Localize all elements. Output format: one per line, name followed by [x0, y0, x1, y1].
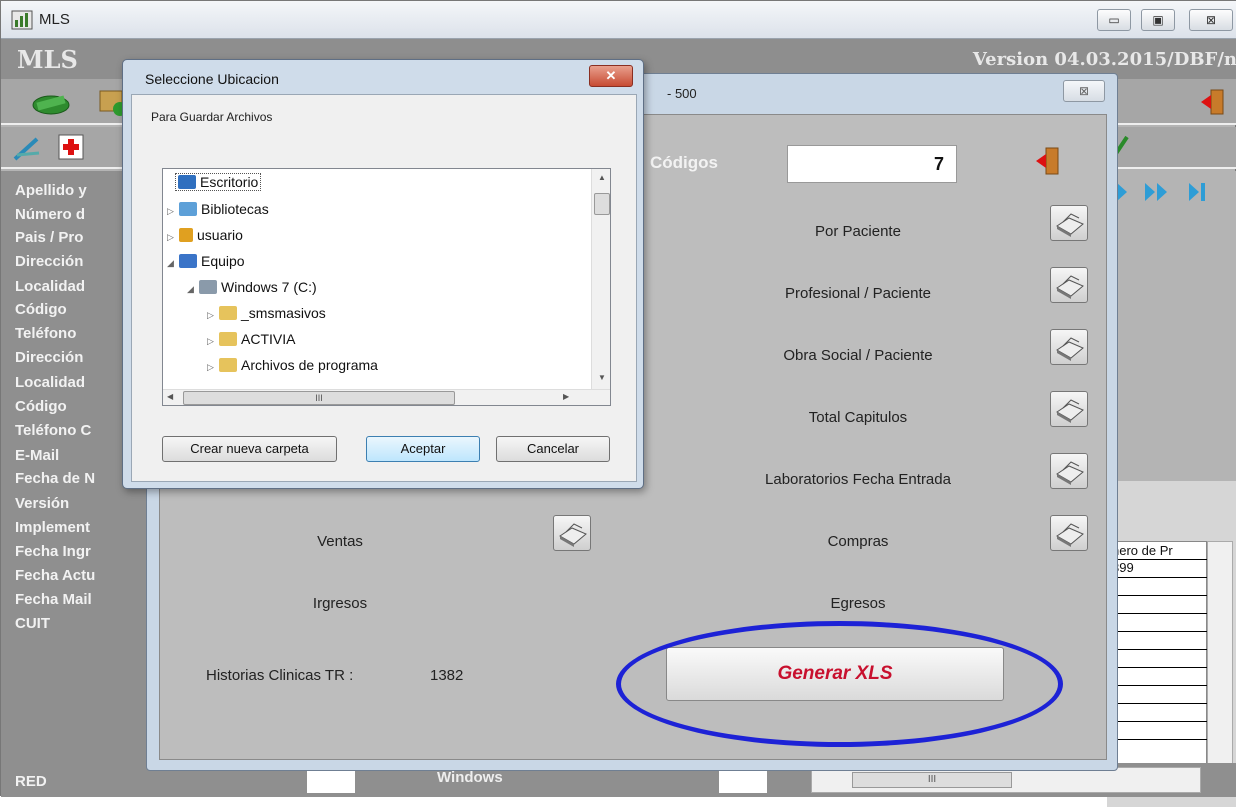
printer-icon [1056, 337, 1084, 361]
printer-icon [1056, 399, 1084, 423]
folder-close-button[interactable]: ✕ [589, 65, 633, 87]
report-label: Compras [827, 533, 889, 550]
data-grid[interactable]: nero de Pr 399 [1107, 541, 1208, 791]
field-label: Fecha Ingr [15, 543, 91, 560]
tree-item-smsmasivos[interactable]: ▷ _smsmasivos [207, 305, 326, 321]
record-nav-icons[interactable] [1115, 179, 1235, 205]
grid-header: nero de Pr [1112, 543, 1173, 558]
user-icon [179, 228, 193, 242]
field-label: Código [15, 301, 67, 318]
field-label: Fecha de N [15, 470, 96, 487]
historias-value: 1382 [430, 667, 464, 684]
windows-label: Windows [437, 769, 503, 786]
codes-label: Códigos [650, 153, 718, 172]
drive-icon [199, 280, 217, 294]
printer-icon [1056, 275, 1084, 299]
field-label: Versión [15, 495, 70, 512]
accept-button[interactable]: Aceptar [366, 436, 480, 462]
field-label: Apellido y [15, 182, 87, 199]
tree-item-activia[interactable]: ▷ ACTIVIA [207, 331, 295, 347]
report-label: Irgresos [312, 595, 368, 612]
report-label: Total Capitulos [808, 409, 908, 426]
print-button[interactable] [1050, 267, 1088, 303]
close-button[interactable]: ⊠ [1189, 9, 1233, 31]
window-title: MLS [39, 11, 70, 28]
field-label: Código [15, 398, 67, 415]
tree-item-windows7[interactable]: ◢ Windows 7 (C:) [187, 279, 317, 295]
field-label: Fecha Actu [15, 567, 96, 584]
report-label: Obra Social / Paciente [783, 347, 933, 364]
folder-dialog-title: Seleccione Ubicacion [145, 71, 279, 87]
money-icon[interactable] [29, 89, 73, 117]
print-button[interactable] [1050, 329, 1088, 365]
tree-item-archivos-programa[interactable]: ▷ Archivos de programa [207, 357, 378, 373]
grid-vertical-scrollbar[interactable] [1207, 541, 1233, 791]
report-label: Egresos [830, 595, 886, 612]
exit-icon[interactable] [1199, 87, 1229, 117]
folder-icon [219, 332, 237, 346]
report-label: Profesional / Paciente [785, 285, 931, 302]
scroll-thumb[interactable] [594, 193, 610, 215]
folder-icon [219, 358, 237, 372]
printer-icon [1056, 523, 1084, 547]
main-window: MLS ▭ ▣ ⊠ MLS Version 04.03.2015/DBF/n A… [0, 0, 1236, 807]
tree-horizontal-scrollbar[interactable]: ◀ III ▶ [163, 389, 610, 405]
field-label: Pais / Pro [15, 229, 84, 246]
tree-item-escritorio[interactable]: Escritorio [175, 173, 262, 191]
desktop-icon [178, 175, 196, 189]
version-label: Version 04.03.2015/DBF/n [972, 49, 1236, 70]
field-label: Teléfono C [15, 422, 92, 439]
folder-dialog: Seleccione Ubicacion ✕ Para Guardar Arch… [122, 59, 644, 489]
new-folder-button[interactable]: Crear nueva carpeta [162, 436, 337, 462]
tooth-tool-icon[interactable] [11, 133, 45, 163]
right-panel: nero de Pr 399 [1107, 171, 1236, 807]
printer-icon [559, 523, 587, 547]
exit-icon[interactable] [1034, 145, 1064, 179]
field-label: Dirección [15, 253, 84, 270]
report-dialog-title: - 500 [667, 86, 697, 101]
field-label: Localidad [15, 278, 86, 295]
tree-item-equipo[interactable]: ◢ Equipo [167, 253, 245, 269]
maximize-button[interactable]: ▣ [1141, 9, 1175, 31]
print-button[interactable] [1050, 205, 1088, 241]
printer-icon [1056, 213, 1084, 237]
title-bar: MLS ▭ ▣ ⊠ [1, 1, 1236, 39]
field-label: CUIT [15, 615, 50, 632]
first-aid-icon[interactable] [57, 133, 85, 161]
scroll-thumb[interactable]: III [183, 391, 455, 405]
print-button[interactable] [553, 515, 591, 551]
field-label: Número d [15, 206, 86, 223]
printer-icon [1056, 461, 1084, 485]
print-button[interactable] [1050, 453, 1088, 489]
app-icon [11, 10, 33, 30]
app-name: MLS [17, 45, 78, 74]
libraries-icon [179, 202, 197, 216]
field-label: Fecha Mail [15, 591, 92, 608]
field-label: Teléfono [15, 325, 77, 342]
print-button[interactable] [1050, 515, 1088, 551]
report-label: Ventas [317, 533, 363, 550]
field-label: Implement [15, 519, 91, 536]
field-label: Dirección [15, 349, 84, 366]
report-label: Por Paciente [815, 223, 901, 240]
folder-tree[interactable]: Escritorio ▷ Bibliotecas ▷ usuario ◢ Equipo… [162, 168, 611, 406]
codes-input[interactable]: 7 [787, 145, 957, 183]
historias-label: Historias Clinicas TR : [206, 667, 354, 684]
field-label: E-Mail [15, 447, 60, 464]
cancel-button[interactable]: Cancelar [496, 436, 610, 462]
tree-vertical-scrollbar[interactable]: ▲ ▼ [591, 169, 610, 389]
print-button[interactable] [1050, 391, 1088, 427]
folder-icon [219, 306, 237, 320]
computer-icon [179, 254, 197, 268]
folder-instruction: Para Guardar Archivos [151, 110, 273, 124]
field-label: RED [15, 773, 47, 790]
minimize-button[interactable]: ▭ [1097, 9, 1131, 31]
report-label: Laboratorios Fecha Entrada [765, 471, 951, 488]
tree-item-usuario[interactable]: ▷ usuario [167, 227, 243, 243]
tree-item-bibliotecas[interactable]: ▷ Bibliotecas [167, 201, 269, 217]
field-label: Localidad [15, 374, 86, 391]
highlight-ellipse [616, 621, 1063, 747]
report-close-button[interactable]: ⊠ [1063, 80, 1105, 102]
